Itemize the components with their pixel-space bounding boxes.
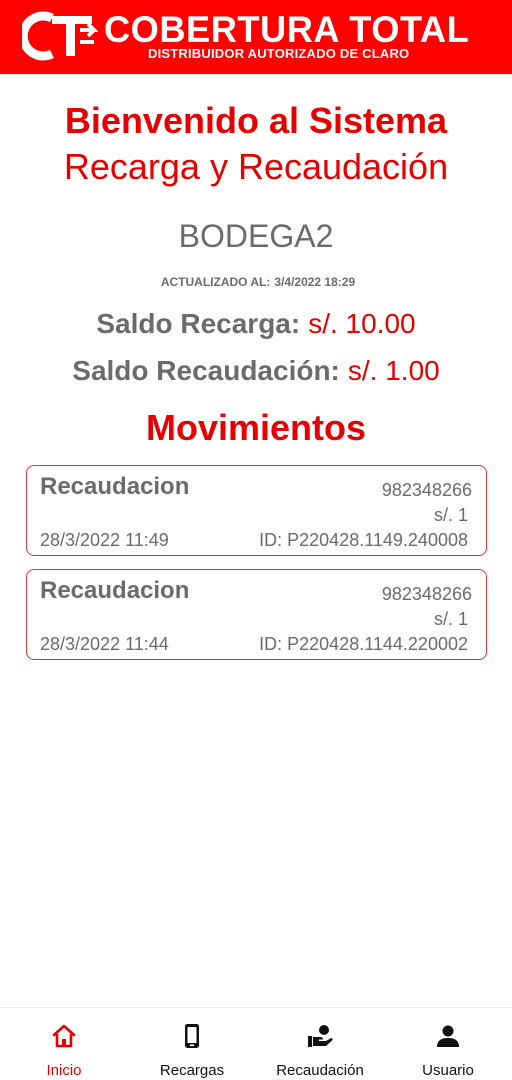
hand-coin-icon bbox=[308, 1025, 333, 1047]
home-icon bbox=[52, 1024, 76, 1048]
app-header: COBERTURA TOTAL DISTRIBUIDOR AUTORIZADO … bbox=[0, 0, 512, 74]
movement-amount: s/. 1 bbox=[433, 609, 468, 629]
movement-type: Recaudacion bbox=[40, 577, 190, 604]
nav-item-usuario[interactable]: Usuario bbox=[384, 1008, 512, 1080]
logo-icon bbox=[22, 11, 98, 61]
nav-label-recargas: Recargas bbox=[159, 1062, 225, 1079]
movements-title: Movimientos bbox=[145, 407, 367, 448]
movement-type: Recaudacion bbox=[40, 473, 190, 500]
welcome-title: Bienvenido al Sistema bbox=[64, 100, 448, 141]
balance-recaudacion: Saldo Recaudación: s/. 1.00 bbox=[0, 353, 512, 389]
nav-item-recargas[interactable]: Recargas bbox=[128, 1008, 256, 1080]
welcome-subtitle: Recarga y Recaudación bbox=[63, 146, 449, 187]
balance-recarga-label: Saldo Recarga: bbox=[96, 308, 301, 339]
balance-recaudacion-label: Saldo Recaudación: bbox=[72, 355, 340, 386]
nav-item-inicio[interactable]: Inicio bbox=[0, 1008, 128, 1080]
balance-recaudacion-value: s/. 1.00 bbox=[347, 355, 440, 386]
movement-phone: 982348266 bbox=[381, 584, 472, 604]
nav-label-inicio: Inicio bbox=[46, 1062, 82, 1079]
brand-subtitle: DISTRIBUIDOR AUTORIZADO DE CLARO bbox=[148, 46, 410, 61]
movement-phone: 982348266 bbox=[381, 480, 472, 500]
nav-item-recaudacion[interactable]: Recaudación bbox=[256, 1008, 384, 1080]
phone-icon bbox=[185, 1024, 199, 1048]
brand-title: COBERTURA TOTAL bbox=[104, 9, 470, 50]
updated-timestamp: ACTUALIZADO AL: 3/4/2022 18:29 bbox=[0, 274, 512, 290]
movement-date: 28/3/2022 11:49 bbox=[40, 530, 169, 550]
nav-label-recaudacion: Recaudación bbox=[276, 1062, 364, 1079]
movement-id: ID: P220428.1144.220002 bbox=[259, 634, 468, 654]
updated-value: 3/4/2022 18:29 bbox=[274, 275, 356, 289]
store-name: BODEGA2 bbox=[178, 218, 334, 254]
user-icon bbox=[437, 1025, 459, 1047]
balance-recarga: Saldo Recarga: s/. 10.00 bbox=[0, 306, 512, 342]
movement-card[interactable]: Recaudacion 982348266 s/. 1 28/3/2022 11… bbox=[26, 569, 487, 660]
movement-amount: s/. 1 bbox=[433, 505, 468, 525]
balance-recarga-value: s/. 10.00 bbox=[308, 308, 416, 339]
movement-date: 28/3/2022 11:44 bbox=[40, 634, 169, 654]
bottom-nav: Inicio Recargas Recaudación Usuario bbox=[0, 1007, 512, 1080]
updated-label: ACTUALIZADO AL: bbox=[160, 275, 271, 289]
movement-id: ID: P220428.1149.240008 bbox=[259, 530, 468, 550]
nav-label-usuario: Usuario bbox=[422, 1062, 474, 1079]
movement-card[interactable]: Recaudacion 982348266 s/. 1 28/3/2022 11… bbox=[26, 465, 487, 556]
